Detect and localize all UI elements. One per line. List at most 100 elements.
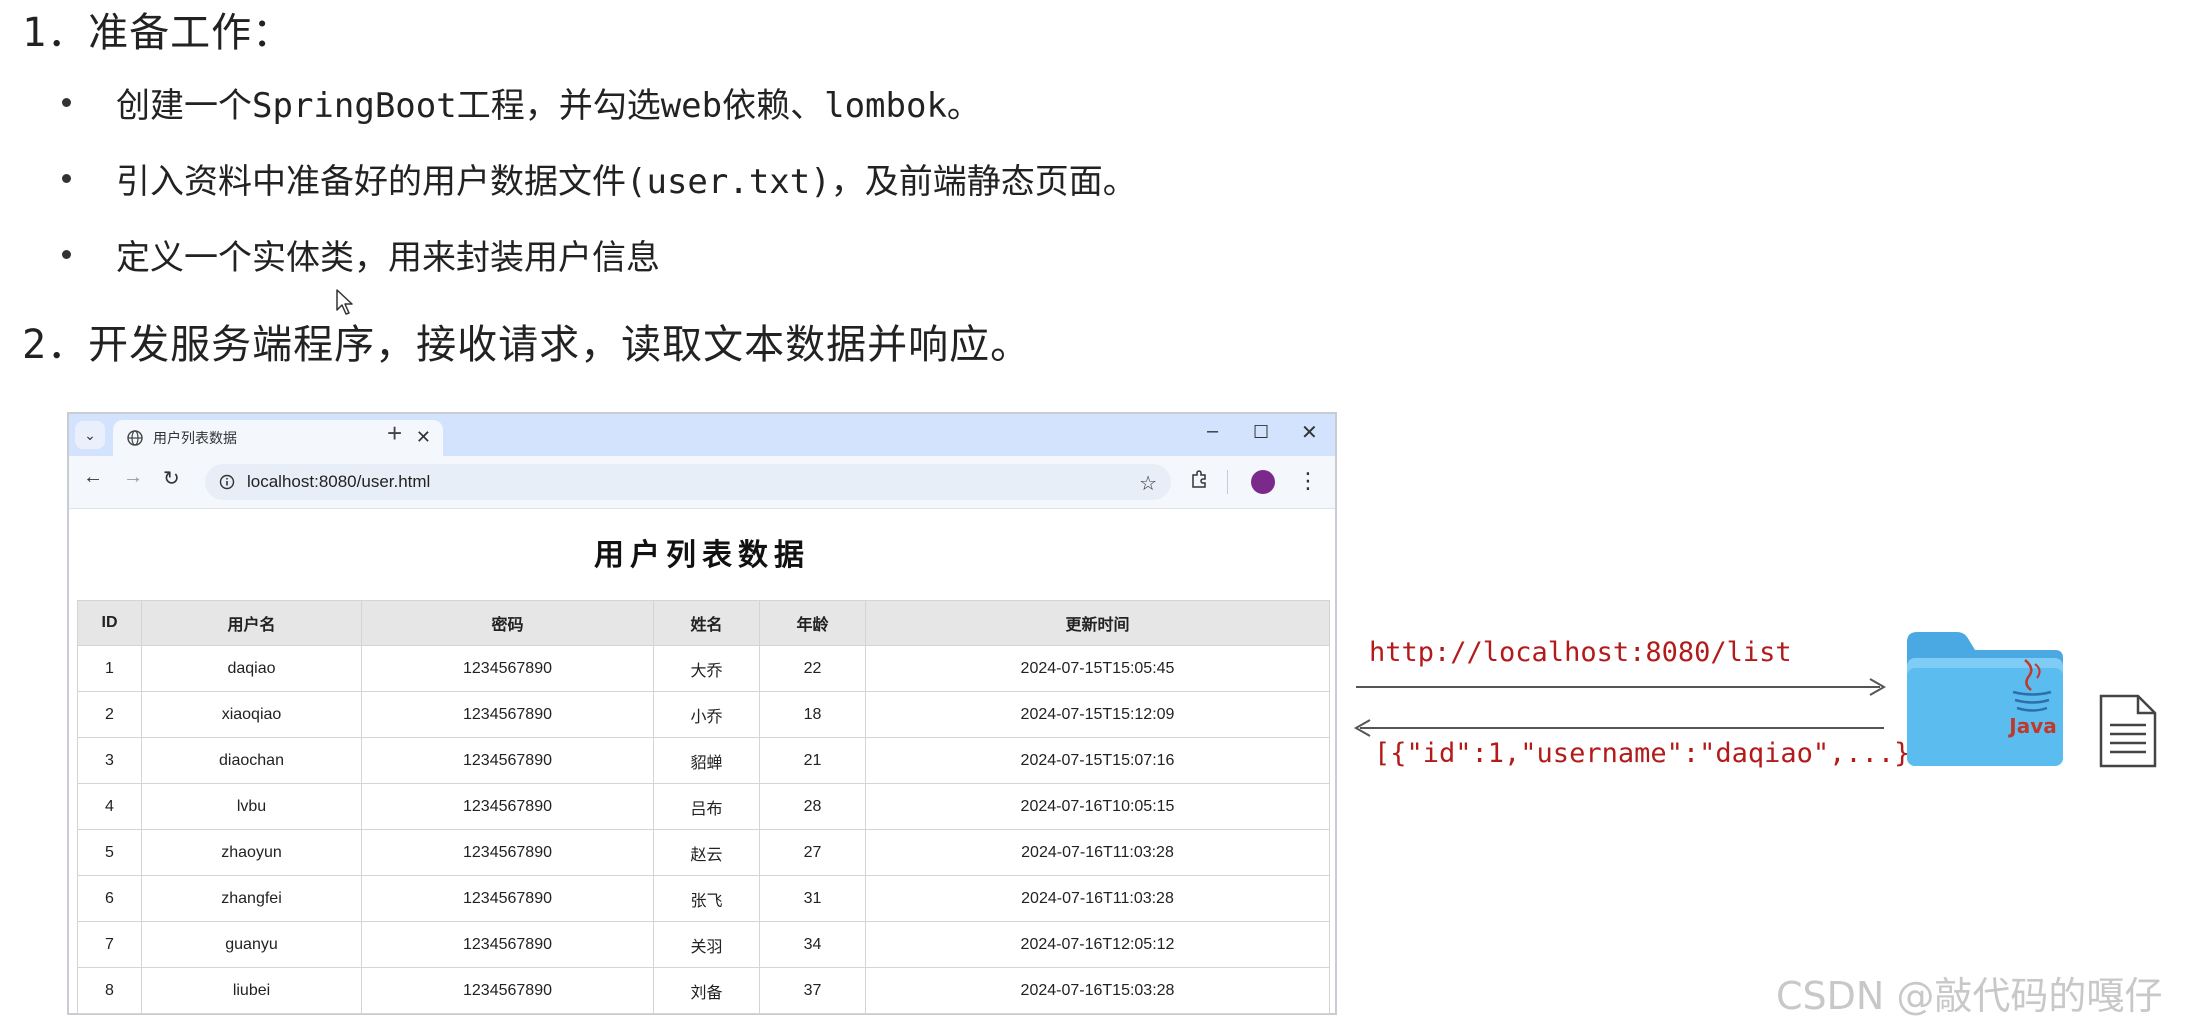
tab-search-button[interactable]: ⌄ [75, 421, 105, 449]
table-cell: 1234567890 [361, 921, 654, 968]
table-cell: 22 [759, 645, 866, 692]
new-tab-button[interactable]: + [387, 418, 402, 449]
table-cell: 2024-07-16T12:05:12 [865, 921, 1330, 968]
column-header: 用户名 [141, 600, 362, 646]
column-header: 姓名 [653, 600, 760, 646]
globe-icon [127, 430, 143, 446]
extensions-puzzle-icon[interactable] [1189, 469, 1209, 489]
heading-develop: 2．开发服务端程序，接收请求，读取文本数据并响应。 [22, 322, 1032, 368]
table-cell: liubei [141, 967, 362, 1014]
close-window-button[interactable]: ✕ [1301, 420, 1318, 445]
column-header: 更新时间 [865, 600, 1330, 646]
table-cell: 34 [759, 921, 866, 968]
bullet-dot [62, 174, 71, 183]
table-cell: 7 [77, 921, 142, 968]
table-cell: 4 [77, 783, 142, 830]
table-cell: 1 [77, 645, 142, 692]
text-file-icon [2099, 694, 2157, 768]
table-cell: 3 [77, 737, 142, 784]
table-row: 6 zhangfei 1234567890 张飞 31 2024-07-16T1… [77, 875, 1330, 922]
table-cell: 1234567890 [361, 875, 654, 922]
user-table: ID 用户名 密码 姓名 年龄 更新时间 1 daqiao 1234567890… [77, 600, 1330, 1014]
chevron-down-icon: ⌄ [84, 426, 96, 443]
table-cell: 31 [759, 875, 866, 922]
table-cell: 1234567890 [361, 737, 654, 784]
table-cell: guanyu [141, 921, 362, 968]
table-cell: 1234567890 [361, 783, 654, 830]
table-cell: 吕布 [653, 783, 760, 830]
table-cell: 27 [759, 829, 866, 876]
table-cell: lvbu [141, 783, 362, 830]
toolbar-divider [1227, 470, 1228, 494]
url-input[interactable]: localhost:8080/user.html ☆ [205, 464, 1171, 500]
bullet-item: 引入资料中准备好的用户数据文件(user.txt)，及前端静态页面。 [62, 154, 1137, 203]
more-menu-icon[interactable]: ⋮ [1297, 468, 1319, 494]
table-header-row: ID 用户名 密码 姓名 年龄 更新时间 [77, 600, 1330, 646]
java-folder-icon: Java [1907, 632, 2063, 766]
table-cell: 1234567890 [361, 967, 654, 1014]
bullet-text: 引入资料中准备好的用户数据文件(user.txt)，及前端静态页面。 [116, 162, 1137, 202]
browser-window: ⌄ 用户列表数据 ✕ + – ☐ ✕ ← → ↻ localhost:8080/… [67, 412, 1337, 1015]
page-title: 用户列表数据 [594, 538, 810, 573]
table-cell: 37 [759, 967, 866, 1014]
table-cell: 2024-07-16T11:03:28 [865, 875, 1330, 922]
table-row: 5 zhaoyun 1234567890 赵云 27 2024-07-16T11… [77, 829, 1330, 876]
table-cell: 刘备 [653, 967, 760, 1014]
table-cell: 2024-07-15T15:12:09 [865, 691, 1330, 738]
table-cell: 28 [759, 783, 866, 830]
table-cell: zhaoyun [141, 829, 362, 876]
table-cell: 关羽 [653, 921, 760, 968]
table-cell: 2024-07-16T11:03:28 [865, 829, 1330, 876]
bullet-dot [62, 98, 71, 107]
request-url-label: http://localhost:8080/list [1369, 637, 1792, 668]
column-header: 密码 [361, 600, 654, 646]
url-text: localhost:8080/user.html [247, 472, 431, 491]
column-header: 年龄 [759, 600, 866, 646]
bullet-text: 创建一个SpringBoot工程，并勾选web依赖、lombok。 [116, 86, 981, 126]
tab-bar: ⌄ 用户列表数据 ✕ + – ☐ ✕ [69, 414, 1335, 456]
table-cell: 8 [77, 967, 142, 1014]
minimize-button[interactable]: – [1207, 420, 1218, 443]
table-row: 3 diaochan 1234567890 貂蝉 21 2024-07-15T1… [77, 737, 1330, 784]
table-row: 8 liubei 1234567890 刘备 37 2024-07-16T15:… [77, 967, 1330, 1014]
table-row: 7 guanyu 1234567890 关羽 34 2024-07-16T12:… [77, 921, 1330, 968]
table-cell: zhangfei [141, 875, 362, 922]
table-row: 2 xiaoqiao 1234567890 小乔 18 2024-07-15T1… [77, 691, 1330, 738]
column-header: ID [77, 600, 142, 646]
bullet-item: 创建一个SpringBoot工程，并勾选web依赖、lombok。 [62, 78, 981, 127]
table-row: 4 lvbu 1234567890 吕布 28 2024-07-16T10:05… [77, 783, 1330, 830]
heading-prepare: 1．准备工作： [22, 10, 294, 56]
table-cell: 5 [77, 829, 142, 876]
back-arrow-icon[interactable]: ← [83, 466, 103, 489]
maximize-button[interactable]: ☐ [1253, 422, 1269, 443]
table-cell: 赵云 [653, 829, 760, 876]
bullet-item: 定义一个实体类，用来封装用户信息 [62, 230, 660, 279]
table-cell: diaochan [141, 737, 362, 784]
table-cell: 1234567890 [361, 645, 654, 692]
table-cell: 1234567890 [361, 829, 654, 876]
table-cell: 2024-07-15T15:05:45 [865, 645, 1330, 692]
bullet-dot [62, 250, 71, 259]
table-cell: 21 [759, 737, 866, 784]
tab-title: 用户列表数据 [153, 430, 237, 446]
site-info-icon[interactable] [219, 474, 235, 490]
table-cell: daqiao [141, 645, 362, 692]
reload-icon[interactable]: ↻ [163, 466, 180, 491]
table-cell: 2024-07-16T15:03:28 [865, 967, 1330, 1014]
table-cell: 张飞 [653, 875, 760, 922]
table-cell: 貂蝉 [653, 737, 760, 784]
table-cell: 2024-07-15T15:07:16 [865, 737, 1330, 784]
table-cell: 6 [77, 875, 142, 922]
response-json-label: [{"id":1,"username":"daqiao",...}] [1374, 738, 1927, 769]
bookmark-star-icon[interactable]: ☆ [1139, 471, 1157, 496]
table-cell: 18 [759, 691, 866, 738]
watermark: CSDN @敲代码的嘎仔 [1776, 974, 2163, 1018]
close-tab-icon[interactable]: ✕ [416, 427, 431, 448]
address-bar: ← → ↻ localhost:8080/user.html ☆ ⋮ [69, 456, 1335, 509]
table-cell: xiaoqiao [141, 691, 362, 738]
table-cell: 小乔 [653, 691, 760, 738]
java-label: Java [2007, 714, 2056, 738]
forward-arrow-icon[interactable]: → [123, 466, 143, 489]
table-cell: 2 [77, 691, 142, 738]
profile-avatar[interactable] [1251, 470, 1275, 494]
